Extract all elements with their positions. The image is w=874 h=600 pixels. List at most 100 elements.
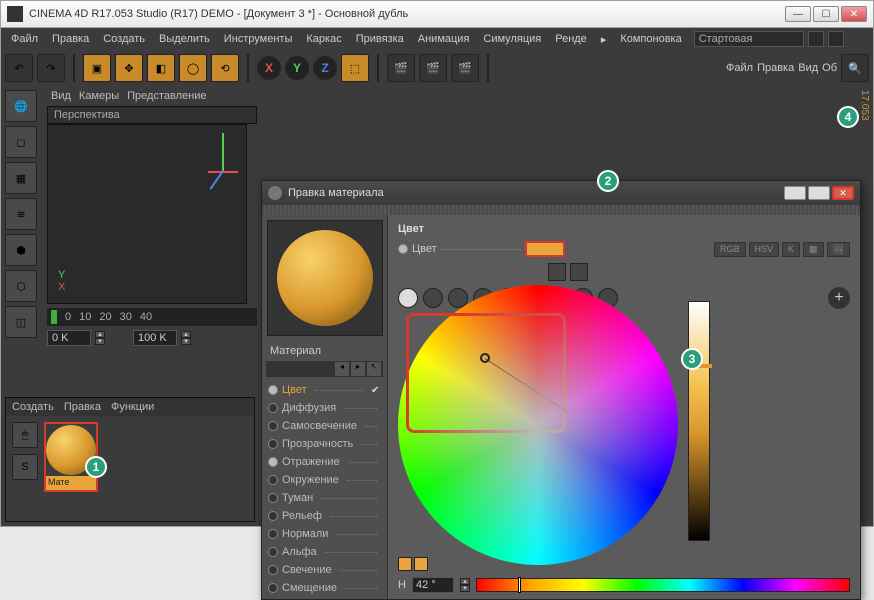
menu-layout[interactable]: Компоновка <box>614 31 687 47</box>
me-maximize-button[interactable]: ☐ <box>808 186 830 200</box>
channel-displacement[interactable]: Смещение <box>262 579 387 597</box>
om-menu-file[interactable]: Файл <box>726 62 753 74</box>
axis-z-toggle[interactable]: Z <box>313 56 337 80</box>
mode-rgb-button[interactable]: RGB <box>714 242 746 257</box>
render-region-button[interactable]: 🎬 <box>419 54 447 82</box>
material-editor-titlebar[interactable]: Правка материала — ☐ ✕ <box>262 181 860 205</box>
channel-color[interactable]: Цвет✔ <box>262 381 387 399</box>
select-tool[interactable]: ▣ <box>83 54 111 82</box>
hue-strip[interactable] <box>476 578 850 592</box>
mode-img-icon[interactable]: 🖼 <box>827 242 850 257</box>
lasttool-button[interactable]: ⟲ <box>211 54 239 82</box>
globe-icon[interactable]: 🌐 <box>5 90 37 122</box>
wheel-handle[interactable] <box>480 353 490 363</box>
menu-animation[interactable]: Анимация <box>412 31 476 47</box>
swatch-recent[interactable] <box>398 557 412 571</box>
om-menu-edit[interactable]: Правка <box>757 62 794 74</box>
om-search-icon[interactable]: 🔍 <box>841 54 869 82</box>
channel-glow[interactable]: Свечение <box>262 561 387 579</box>
prev-right-icon[interactable]: ▸ <box>351 362 365 376</box>
color-swatch[interactable] <box>525 241 565 257</box>
move-gizmo[interactable] <box>208 133 238 193</box>
picker-wheel-icon[interactable] <box>398 288 418 308</box>
gizmo-y-axis[interactable] <box>222 133 224 173</box>
menu-tools[interactable]: Инструменты <box>218 31 299 47</box>
picker-spectrum-icon[interactable] <box>423 288 443 308</box>
om-menu-view[interactable]: Вид <box>798 62 818 74</box>
swatch-recent[interactable] <box>414 557 428 571</box>
s-icon[interactable]: S <box>12 454 38 480</box>
me-close-button[interactable]: ✕ <box>832 186 854 200</box>
mode-hsv-button[interactable]: HSV <box>749 242 780 257</box>
redo-button[interactable]: ↷ <box>37 54 65 82</box>
axis-x-toggle[interactable]: X <box>257 56 281 80</box>
channel-environment[interactable]: Окружение <box>262 471 387 489</box>
grid-icon[interactable] <box>570 263 588 281</box>
rotate-tool[interactable]: ◯ <box>179 54 207 82</box>
menu-edit[interactable]: Правка <box>46 31 95 47</box>
mat-menu-func[interactable]: Функции <box>111 401 154 413</box>
grip-bar[interactable] <box>262 205 860 215</box>
channel-alpha[interactable]: Альфа <box>262 543 387 561</box>
radio-icon[interactable] <box>398 244 408 254</box>
hue-input[interactable] <box>412 577 454 593</box>
menu-wireframe[interactable]: Каркас <box>300 31 347 47</box>
menu-render[interactable]: Ренде <box>549 31 593 47</box>
end-spinner[interactable]: ▴▾ <box>181 331 191 345</box>
channel-luminance[interactable]: Самосвечение <box>262 417 387 435</box>
coord-toggle[interactable]: ⬚ <box>341 54 369 82</box>
start-frame-input[interactable] <box>47 330 91 346</box>
timeline[interactable]: 0 10 20 30 40 <box>47 308 257 326</box>
workplane-icon[interactable]: ≋ <box>5 198 37 230</box>
menu-create[interactable]: Создать <box>97 31 151 47</box>
vp-menu-cameras[interactable]: Камеры <box>79 90 119 102</box>
render-button[interactable]: 🎬 <box>387 54 415 82</box>
channel-transparency[interactable]: Прозрачность <box>262 435 387 453</box>
render-settings-button[interactable]: 🎬 <box>451 54 479 82</box>
mode-grid-icon[interactable]: ▦ <box>803 242 824 257</box>
hue-handle[interactable] <box>518 577 521 593</box>
close-button[interactable]: ✕ <box>841 6 867 22</box>
color-wheel[interactable] <box>398 285 678 565</box>
material-name-label[interactable]: Материал <box>262 341 387 361</box>
viewport-3d[interactable]: Y X <box>47 124 247 304</box>
gizmo-z-axis[interactable] <box>210 170 224 189</box>
layout-up-icon[interactable] <box>808 31 824 47</box>
channel-diffuse[interactable]: Диффузия <box>262 399 387 417</box>
value-strip[interactable] <box>688 301 710 541</box>
undo-button[interactable]: ↶ <box>5 54 33 82</box>
axis-y-toggle[interactable]: Y <box>285 56 309 80</box>
mat-menu-edit[interactable]: Правка <box>64 401 101 413</box>
picker-add-button[interactable]: + <box>828 287 850 309</box>
menu-more-arrow[interactable]: ▸ <box>595 31 613 48</box>
menu-snap[interactable]: Привязка <box>350 31 410 47</box>
prev-left-icon[interactable]: ◂ <box>335 362 349 376</box>
vp-menu-display[interactable]: Представление <box>127 90 206 102</box>
om-menu-obj[interactable]: Об <box>822 62 837 74</box>
playhead-icon[interactable] <box>51 310 57 324</box>
sun-icon[interactable] <box>548 263 566 281</box>
layout-selector[interactable] <box>694 31 804 47</box>
layout-down-icon[interactable] <box>828 31 844 47</box>
mouse-icon[interactable]: 🖱 <box>12 422 38 448</box>
start-spinner[interactable]: ▴▾ <box>95 331 105 345</box>
minimize-button[interactable]: — <box>785 6 811 22</box>
poly-mode-icon[interactable]: ◫ <box>5 306 37 338</box>
move-tool[interactable]: ✥ <box>115 54 143 82</box>
scale-tool[interactable]: ◧ <box>147 54 175 82</box>
prev-pick-icon[interactable]: ↖ <box>367 362 381 376</box>
end-frame-input[interactable] <box>133 330 177 346</box>
menu-file[interactable]: Файл <box>5 31 44 47</box>
point-mode-icon[interactable]: ⬢ <box>5 234 37 266</box>
mat-menu-create[interactable]: Создать <box>12 401 54 413</box>
mode-k-button[interactable]: K <box>782 242 800 257</box>
maximize-button[interactable]: ☐ <box>813 6 839 22</box>
channel-normal[interactable]: Нормали <box>262 525 387 543</box>
channel-reflection[interactable]: Отражение <box>262 453 387 471</box>
menu-simulation[interactable]: Симуляция <box>477 31 547 47</box>
vp-menu-view[interactable]: Вид <box>51 90 71 102</box>
me-minimize-button[interactable]: — <box>784 186 806 200</box>
model-mode-icon[interactable]: ◻ <box>5 126 37 158</box>
channel-fog[interactable]: Туман <box>262 489 387 507</box>
edge-mode-icon[interactable]: ⬡ <box>5 270 37 302</box>
